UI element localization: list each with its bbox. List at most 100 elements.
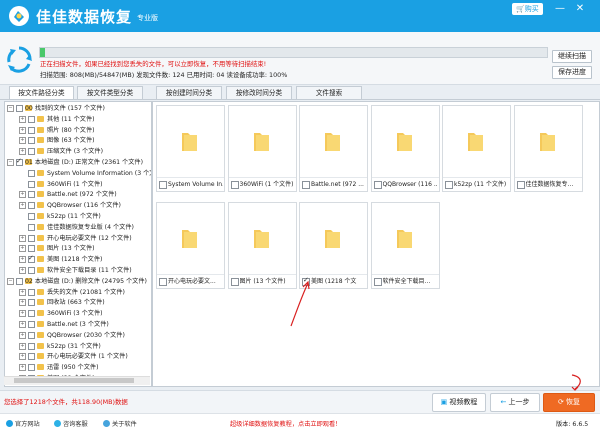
expand-toggle-icon[interactable]: + — [19, 202, 26, 210]
folder-card[interactable]: 图片 (13 个文件) — [227, 202, 297, 289]
expand-toggle-icon[interactable]: + — [19, 342, 26, 350]
tree-checkbox[interactable] — [28, 364, 35, 372]
card-checkbox[interactable] — [159, 278, 167, 286]
tree-checkbox[interactable] — [28, 169, 35, 177]
folder-card[interactable]: 美图 (1218 个文 — [299, 202, 368, 289]
tree-checkbox[interactable] — [28, 202, 35, 210]
folder-card[interactable]: k52zp (11 个文件) — [442, 105, 511, 192]
folder-card[interactable]: 佳佳数据恢复专... — [513, 105, 583, 192]
expand-toggle-icon[interactable]: + — [19, 148, 26, 156]
expand-toggle-icon[interactable]: + — [19, 126, 26, 134]
card-checkbox[interactable] — [302, 276, 310, 286]
tree-checkbox[interactable] — [28, 342, 35, 350]
tree-checkbox[interactable] — [28, 353, 35, 361]
expand-toggle-icon[interactable]: + — [19, 115, 26, 123]
tree-checkbox[interactable] — [28, 245, 35, 253]
card-checkbox[interactable] — [373, 278, 382, 286]
folder-icon — [37, 180, 44, 187]
expand-toggle-icon[interactable]: + — [19, 137, 26, 145]
folder-card[interactable]: 360WiFi (1 个文件) — [227, 105, 297, 192]
expand-toggle-icon[interactable]: + — [19, 245, 26, 253]
expand-toggle-icon[interactable]: − — [7, 277, 14, 285]
tree-checkbox[interactable] — [28, 191, 35, 199]
tree-checkbox[interactable] — [16, 157, 23, 166]
folder-card[interactable]: QQBrowser (116 ... — [370, 105, 440, 192]
tree-checkbox[interactable] — [28, 331, 35, 339]
continue-scan-button[interactable]: 继续扫描 — [552, 50, 592, 63]
support-link[interactable]: 咨询客服 — [54, 419, 88, 428]
card-label: Battle.net (972 ... — [311, 181, 364, 188]
tree-checkbox[interactable] — [28, 223, 35, 231]
card-checkbox[interactable] — [230, 181, 239, 189]
tree-checkbox[interactable] — [28, 267, 35, 274]
card-checkbox[interactable] — [302, 181, 310, 189]
tree-checkbox[interactable] — [28, 115, 35, 123]
expand-toggle-icon[interactable]: + — [19, 288, 26, 296]
scan-stats-text: 扫描范围: 808(MB)/54847(MB) 发现文件数: 124 已用时间:… — [40, 71, 288, 79]
tutorial-promo-link[interactable]: 超级详细数据恢复教程，点击立即观看！ — [230, 419, 341, 428]
tree-checkbox[interactable] — [28, 137, 35, 145]
minimize-icon[interactable]: — — [553, 2, 567, 16]
previous-step-button[interactable]: ← 上一步 — [490, 393, 540, 412]
folder-icon — [37, 310, 44, 317]
expand-toggle-icon[interactable]: − — [7, 105, 14, 112]
tree-label: 图片 (13 个文件) — [47, 245, 95, 253]
close-icon[interactable]: ✕ — [573, 2, 587, 16]
folder-card[interactable]: 软件安全下载目... — [370, 202, 440, 289]
support-label: 咨询客服 — [63, 421, 88, 428]
tree-checkbox[interactable] — [28, 148, 35, 156]
save-progress-button[interactable]: 保存进度 — [552, 66, 592, 79]
card-caption: 360WiFi (1 个文件) — [228, 177, 296, 191]
tree-label: 00 找到的文件 (157 个文件) — [25, 105, 105, 112]
buy-button[interactable]: 🛒购买 — [512, 3, 543, 15]
tree-label: 图像 (63 个文件) — [47, 137, 95, 145]
tree-checkbox[interactable] — [28, 299, 35, 307]
folder-tree[interactable]: − 00 找到的文件 (157 个文件) + 其他 (11 个文件) + 照片 (80 个… — [4, 101, 152, 387]
tree-checkbox[interactable] — [28, 213, 35, 220]
card-checkbox[interactable] — [445, 181, 453, 189]
expand-toggle-icon[interactable]: + — [19, 191, 26, 199]
tree-checkbox[interactable] — [28, 321, 35, 328]
card-checkbox[interactable] — [159, 181, 167, 189]
expand-toggle-icon[interactable]: + — [19, 321, 26, 328]
video-icon: ▣ — [440, 398, 448, 406]
expand-toggle-icon[interactable]: + — [19, 364, 26, 372]
expand-toggle-icon[interactable]: + — [19, 331, 26, 339]
card-checkbox[interactable] — [373, 181, 382, 189]
tree-checkbox[interactable] — [28, 180, 35, 188]
tree-checkbox[interactable] — [28, 254, 35, 264]
official-site-link[interactable]: 官方网站 — [6, 419, 40, 428]
tree-checkbox[interactable] — [28, 234, 35, 242]
folder-card[interactable]: Battle.net (972 ... — [299, 105, 368, 192]
recover-button[interactable]: ⟳ 恢复 — [543, 393, 595, 412]
folder-card[interactable]: 开心电玩必要文... — [156, 202, 225, 289]
expand-toggle-icon[interactable]: + — [19, 299, 26, 307]
folder-icon — [325, 230, 340, 248]
expand-toggle-icon[interactable]: + — [19, 310, 26, 318]
expand-toggle-icon[interactable]: − — [7, 159, 14, 166]
title-bar: 佳佳数据恢复 专业版 🛒购买 — ✕ — [0, 0, 600, 32]
tab-by-created[interactable]: 按创建时间分类 — [156, 86, 222, 100]
expand-toggle-icon[interactable]: + — [19, 267, 26, 274]
tree-label: 美图 (1218 个文件) — [47, 256, 103, 264]
tab-file-search[interactable]: 文件搜索 — [296, 86, 362, 100]
tab-by-type[interactable]: 按文件类型分类 — [77, 86, 143, 100]
tab-by-modified[interactable]: 按修改时间分类 — [226, 86, 292, 100]
card-checkbox[interactable] — [230, 278, 239, 286]
expand-toggle-icon[interactable]: + — [19, 256, 26, 264]
tree-checkbox[interactable] — [16, 105, 23, 112]
expand-toggle-icon[interactable]: + — [19, 353, 26, 361]
folder-icon — [253, 230, 269, 248]
tree-checkbox[interactable] — [28, 288, 35, 296]
tree-checkbox[interactable] — [16, 277, 23, 285]
tree-horizontal-scrollbar[interactable] — [4, 376, 150, 385]
about-link[interactable]: 关于软件 — [103, 419, 137, 428]
scrollbar-thumb[interactable] — [14, 378, 134, 383]
card-checkbox[interactable] — [516, 181, 525, 189]
video-tutorial-button[interactable]: ▣ 视频教程 — [432, 393, 486, 412]
tab-by-path[interactable]: 按文件路径分类 — [9, 86, 74, 100]
tree-checkbox[interactable] — [28, 126, 35, 134]
expand-toggle-icon[interactable]: + — [19, 234, 26, 242]
tree-checkbox[interactable] — [28, 310, 35, 318]
folder-card[interactable]: System Volume In... — [156, 105, 225, 192]
